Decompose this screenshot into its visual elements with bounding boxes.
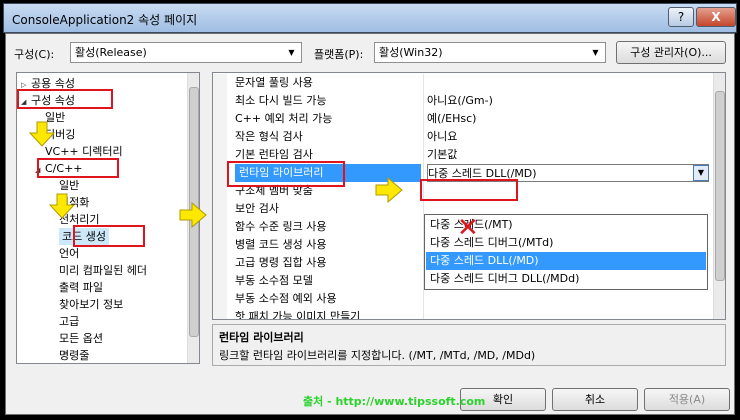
column-divider [423,146,424,164]
help-button[interactable]: ? [668,7,694,27]
down-arrow-icon [49,193,75,219]
dialog-client: 구성(C): 활성(Release) ▼ 플랫폼(P): 활성(Win32) ▼… [5,33,735,415]
tree-item[interactable]: 일반 [59,177,79,194]
column-divider [423,110,424,128]
property-name: 부동 소수점 모델 [235,274,313,287]
platform-label: 플랫폼(P): [314,48,364,61]
property-value: 아니요(/Gm-) [427,94,493,107]
tree-item[interactable]: 모든 옵션 [59,330,103,347]
highlight-box-code-generation [73,225,145,247]
property-value: 기본값 [427,148,458,161]
row-gutter [213,92,227,110]
tree-item-label: 고급 [59,315,80,328]
row-gutter [213,146,227,164]
cancel-button[interactable]: 취소 [552,388,638,411]
tree-item-label: 언어 [59,247,80,260]
config-value: 활성(Release) [75,46,147,59]
property-name: 핫 패치 가능 이미지 만들기 [235,310,361,320]
row-gutter [213,254,227,272]
tree-item[interactable]: 찾아보기 정보 [59,296,123,313]
chevron-down-icon: ▼ [592,48,599,57]
dropdown-option[interactable]: 다중 스레드 디버그 DLL(/MDd) [426,270,706,288]
property-value: 예(/EHsc) [427,112,477,125]
tree-item[interactable]: 미리 컴파일된 헤더 [59,262,147,279]
tree-item-label: 출력 파일 [59,281,103,294]
property-name: 고급 명령 집합 사용 [235,256,327,269]
tree-item-label: 찾아보기 정보 [59,298,124,311]
column-divider [423,290,424,308]
chevron-down-icon[interactable]: ▼ [693,165,709,181]
platform-value: 활성(Win32) [379,46,443,59]
row-gutter [213,290,227,308]
right-arrow-icon [375,177,403,203]
property-name: C++ 예외 처리 가능 [235,112,333,125]
tree-item-label: 미리 컴파일된 헤더 [59,264,147,277]
dropdown-option[interactable]: 다중 스레드 DLL(/MD) [426,252,706,270]
source-credit: 출처 - http://www.tipssoft.com [303,395,486,408]
property-value [427,308,707,319]
column-divider [423,74,424,92]
property-value: 아니요 [427,130,458,143]
close-button[interactable]: X [696,7,736,27]
property-row[interactable]: C++ 예외 처리 가능 예(/EHsc) [213,110,713,128]
property-value [427,74,707,92]
row-gutter [213,236,227,254]
down-arrow-icon [29,121,55,147]
row-gutter [213,128,227,146]
property-value [427,290,707,308]
tree-item[interactable]: 명령줄 [59,347,90,363]
property-name: 문자열 풀링 사용 [235,76,313,89]
right-arrow-icon [179,202,207,228]
property-tree: ▷ 공용 속성 ◢ 구성 속성 일반 디버깅 VC++ 디렉터리 ◢ C/C++ 일반 최적화 전처리… [16,72,200,364]
config-label: 구성(C): [14,48,55,61]
tree-item-label: 일반 [59,179,80,192]
property-name: 부동 소수점 예외 사용 [235,292,337,305]
property-name: 함수 수준 링크 사용 [235,220,327,233]
property-row[interactable]: 문자열 풀링 사용 [213,74,713,92]
column-divider [423,92,424,110]
row-gutter [213,182,227,200]
highlight-box-mt-option [420,179,518,201]
highlight-box-runtime-library [227,161,345,187]
property-name: 작은 형식 검사 [235,130,303,143]
config-combo[interactable]: 활성(Release) ▼ [70,42,302,63]
x-mark-icon: ✕ [457,213,479,243]
property-name: 병렬 코드 생성 사용 [235,238,327,251]
tree-item[interactable]: 고급 [59,313,79,330]
row-gutter [213,272,227,290]
platform-combo[interactable]: 활성(Win32) ▼ [374,42,606,63]
tree-item-label: VC++ 디렉터리 [45,145,123,158]
tree-item[interactable]: 언어 [59,245,79,262]
highlight-box-cpp [37,158,119,178]
property-name: 최소 다시 빌드 가능 [235,94,327,107]
description-panel: 런타임 라이브러리 링크할 런타임 라이브러리를 지정합니다. (/MT, /M… [212,324,726,366]
property-row[interactable]: 작은 형식 검사 아니요 [213,128,713,146]
description-title: 런타임 라이브러리 [219,331,304,344]
row-gutter [213,164,227,182]
property-row[interactable]: 핫 패치 가능 이미지 만들기 [213,308,713,320]
row-gutter [213,218,227,236]
row-gutter [213,200,227,218]
description-text: 링크할 런타임 라이브러리를 지정합니다. (/MT, /MTd, /MD, /… [219,349,536,362]
tree-item-label: 명령줄 [59,349,90,362]
highlight-box-config-properties [17,89,113,109]
grid-scrollbar-thumb[interactable] [715,91,725,281]
chevron-down-icon: ▼ [288,48,295,57]
grid-scrollbar[interactable] [713,73,725,319]
tree-item[interactable]: 출력 파일 [59,279,103,296]
column-divider [423,308,424,319]
row-gutter [213,74,227,92]
tree-item-label: 모든 옵션 [59,332,103,345]
property-row[interactable]: 부동 소수점 예외 사용 [213,290,713,308]
window-title: ConsoleApplication2 속성 페이지 [12,13,198,27]
dialog-frame: ConsoleApplication2 속성 페이지 ? X 구성(C): 활성… [3,3,737,417]
title-bar: ConsoleApplication2 속성 페이지 ? X [3,3,737,33]
column-divider [423,128,424,146]
config-manager-button[interactable]: 구성 관리자(O)... [616,41,726,64]
row-gutter [213,110,227,128]
apply-button[interactable]: 적용(A) [644,388,730,411]
property-row[interactable]: 최소 다시 빌드 가능 아니요(/Gm-) [213,92,713,110]
row-gutter [213,308,227,319]
